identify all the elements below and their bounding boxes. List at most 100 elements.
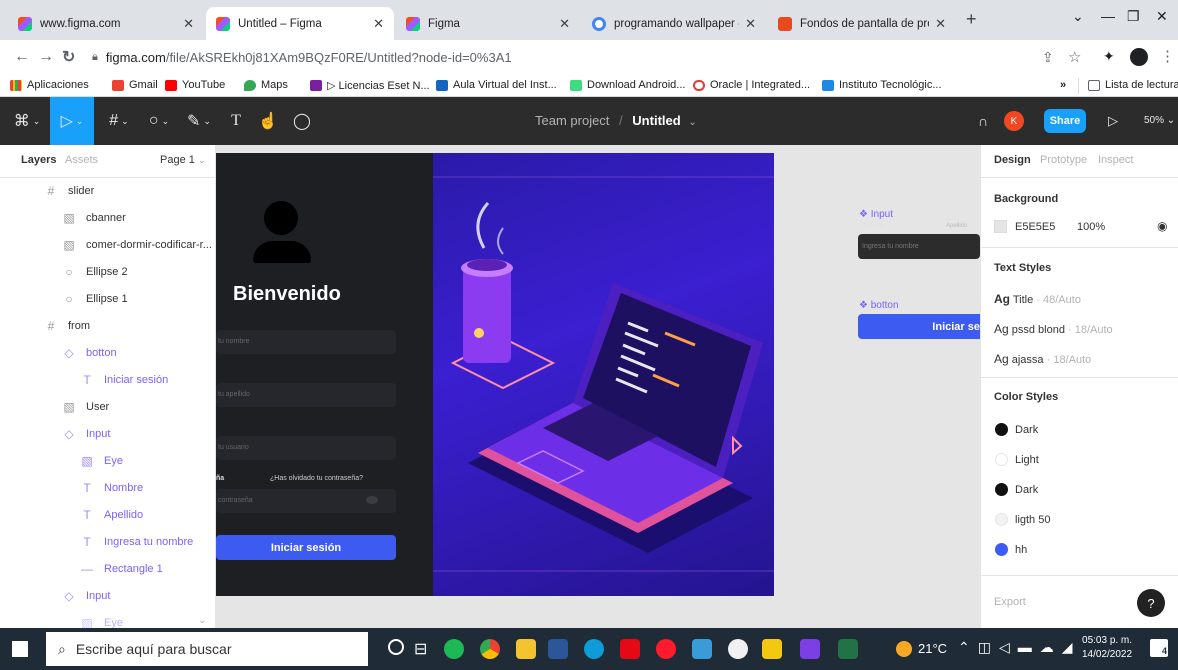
bookmark-youtube[interactable]: YouTube <box>165 79 225 91</box>
text-tool-icon[interactable]: T <box>224 109 248 133</box>
sublime-icon[interactable] <box>762 639 782 659</box>
layer-text[interactable]: T Ingresa tu nombre <box>80 528 193 555</box>
profile-avatar[interactable] <box>1130 48 1148 66</box>
layer-component[interactable]: ◇ Input <box>62 582 110 609</box>
project-name[interactable]: Team project <box>535 113 609 128</box>
botton-component[interactable]: Iniciar se <box>858 314 980 339</box>
lastname-input[interactable]: tu apellido <box>216 383 396 407</box>
layer-component[interactable]: ◇ Input <box>62 420 110 447</box>
file-name[interactable]: Untitled <box>632 113 680 128</box>
close-icon[interactable]: ✕ <box>373 16 384 32</box>
forgot-password-link[interactable]: ¿Has olvidado tu contraseña? <box>270 475 363 482</box>
export-heading[interactable]: Export <box>994 596 1026 608</box>
user-avatar[interactable]: K <box>1004 111 1024 131</box>
page-selector[interactable]: Page 1 ⌄ <box>160 154 205 166</box>
restore-icon[interactable]: ❐ <box>1127 8 1140 25</box>
notification-center-icon[interactable]: 4 <box>1150 639 1168 657</box>
store-icon[interactable] <box>692 639 712 659</box>
tab-fondos[interactable]: Fondos de pantalla de progr ✕ <box>768 7 956 40</box>
help-button[interactable]: ? <box>1137 589 1165 617</box>
layer-rectangle[interactable]: — Rectangle 1 <box>80 555 163 582</box>
taskbar-search[interactable]: ⌕ Escribe aquí para buscar <box>46 632 368 666</box>
tab-inspect[interactable]: Inspect <box>1098 154 1133 166</box>
color-swatch[interactable] <box>995 543 1008 556</box>
bookmark-android[interactable]: Download Android... <box>570 79 685 91</box>
color-swatch[interactable] <box>995 513 1008 526</box>
present-play-icon[interactable]: ▷ <box>1102 109 1124 133</box>
layer-ellipse[interactable]: ○ Ellipse 1 <box>62 285 127 312</box>
hand-tool-icon[interactable]: ☝ <box>256 109 280 133</box>
close-icon[interactable]: ✕ <box>935 16 946 32</box>
layer-image[interactable]: ▧ cbanner <box>62 204 125 231</box>
back-arrow-icon[interactable]: ← <box>14 48 30 66</box>
layer-text[interactable]: T Apellido <box>80 501 143 528</box>
chrome-icon[interactable] <box>480 639 500 659</box>
zoom-level[interactable]: 50% ⌄ <box>1144 115 1175 126</box>
layer-text[interactable]: T Nombre <box>80 474 143 501</box>
share-button[interactable]: Share <box>1044 109 1086 133</box>
bookmark-gmail[interactable]: Gmail <box>112 79 158 91</box>
minimize-icon[interactable]: — <box>1101 8 1115 24</box>
botton-component-label[interactable]: ❖ botton <box>859 300 899 311</box>
bookmark-oracle[interactable]: Oracle | Integrated... <box>693 79 810 91</box>
bookmark-maps[interactable]: Maps <box>244 79 288 91</box>
netflix-icon[interactable] <box>620 639 640 659</box>
text-style-item[interactable]: Ag pssd blond · 18/Auto <box>994 322 1113 336</box>
word-icon[interactable] <box>548 639 568 659</box>
excel-icon[interactable] <box>838 639 858 659</box>
bookmarks-overflow-icon[interactable]: » <box>1060 79 1066 91</box>
window-close-icon[interactable]: ✕ <box>1156 8 1168 25</box>
input-component[interactable]: Ingresa tu nombre <box>858 234 980 259</box>
extensions-icon[interactable]: ✦ <box>1103 48 1115 65</box>
chevron-down-icon[interactable]: ⌄ <box>198 615 206 626</box>
media-icon[interactable] <box>800 639 820 659</box>
layer-text[interactable]: T Iniciar sesión <box>80 366 168 393</box>
color-swatch[interactable] <box>995 453 1008 466</box>
kebab-menu-icon[interactable]: ⋮ <box>1160 47 1175 65</box>
layer-image[interactable]: ▧ comer-dormir-codificar-r... <box>62 231 212 258</box>
figma-menu-icon[interactable]: ⌘ ⌄ <box>10 109 44 133</box>
windows-start-icon[interactable] <box>12 641 28 657</box>
layer-frame[interactable]: # from <box>44 312 90 339</box>
weather-icon[interactable] <box>896 641 912 657</box>
login-button[interactable]: Iniciar sesión <box>216 535 396 560</box>
opera-icon[interactable] <box>656 639 676 659</box>
color-style-name[interactable]: Dark <box>1015 484 1038 496</box>
pen-tool-icon[interactable]: ✎ ⌄ <box>182 109 216 133</box>
background-opacity[interactable]: 100% <box>1077 221 1105 233</box>
color-swatch[interactable] <box>995 423 1008 436</box>
tab-figma[interactable]: Figma ✕ <box>396 7 580 40</box>
name-input[interactable]: tu nombre <box>216 330 396 354</box>
file-explorer-icon[interactable] <box>516 639 536 659</box>
tab-untitled-figma[interactable]: Untitled – Figma ✕ <box>206 7 394 40</box>
layer-frame[interactable]: # slider <box>44 177 95 204</box>
color-style-name[interactable]: Dark <box>1015 424 1038 436</box>
move-tool-icon[interactable]: ▷ ⌄ <box>50 97 94 145</box>
share-page-icon[interactable]: ⇪ <box>1042 49 1054 66</box>
tab-figma-home[interactable]: www.figma.com ✕ <box>8 7 204 40</box>
temperature[interactable]: 21°C <box>918 641 947 656</box>
layer-component[interactable]: ◇ botton <box>62 339 116 366</box>
reading-list[interactable]: Lista de lectura <box>1088 79 1178 91</box>
task-view-icon[interactable]: ⊟ <box>414 639 427 659</box>
bookmark-eset[interactable]: ▷ Licencias Eset N... <box>310 79 430 92</box>
frame-tool-icon[interactable]: # ⌄ <box>102 109 136 133</box>
close-icon[interactable]: ✕ <box>183 16 194 32</box>
color-style-name[interactable]: ligth 50 <box>1015 514 1050 526</box>
cortana-icon[interactable] <box>388 639 404 655</box>
tab-google-search[interactable]: programando wallpaper - Bú ✕ <box>582 7 766 40</box>
new-tab-plus-icon[interactable]: + <box>966 9 977 30</box>
bookmark-star-icon[interactable]: ☆ <box>1068 48 1081 66</box>
chevron-down-icon[interactable]: ⌄ <box>688 117 696 128</box>
layer-ellipse[interactable]: ○ Ellipse 2 <box>62 258 127 285</box>
tab-prototype[interactable]: Prototype <box>1040 154 1087 166</box>
input-component-label[interactable]: ❖ Input <box>859 209 893 220</box>
layer-image[interactable]: ▧ Eye <box>80 447 123 474</box>
spotify-icon[interactable] <box>444 639 464 659</box>
clock[interactable]: 05:03 p. m. 14/02/2022 <box>1082 634 1132 662</box>
url-field[interactable]: 🔒︎ figma.com /file/AkSREkh0j81XAm9BQzF0R… <box>82 45 1012 69</box>
shape-tool-icon[interactable]: ○ ⌄ <box>142 109 176 133</box>
eye-icon[interactable]: ◉ <box>1157 219 1167 233</box>
app-icon[interactable] <box>728 639 748 659</box>
forward-arrow-icon[interactable]: → <box>38 48 54 66</box>
